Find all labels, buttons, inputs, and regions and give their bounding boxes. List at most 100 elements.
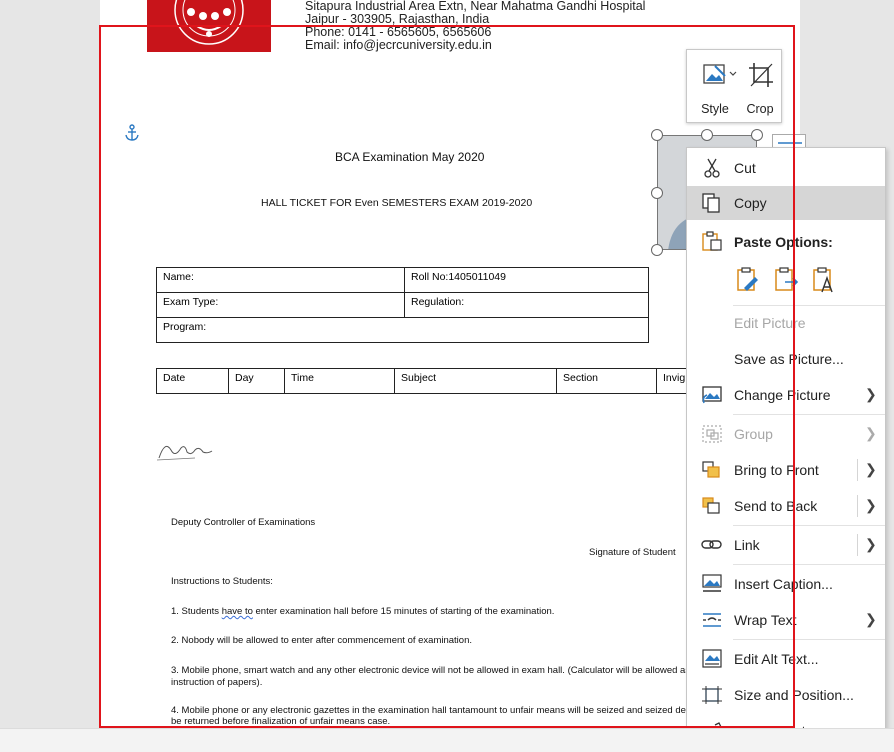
split-divider bbox=[857, 459, 858, 481]
schedule-header-subject: Subject bbox=[394, 368, 557, 394]
submenu-chevron-icon: ❯ bbox=[865, 611, 877, 627]
group-icon bbox=[701, 424, 723, 444]
send-to-back-icon bbox=[701, 496, 723, 516]
menu-item-bring-to-front[interactable]: Bring to Front ❯ bbox=[687, 453, 885, 487]
instruction-3-line-2: instruction of papers). bbox=[171, 677, 263, 688]
hall-ticket-title: HALL TICKET FOR Even SEMESTERS EXAM 2019… bbox=[261, 197, 533, 209]
resize-handle-left[interactable] bbox=[651, 187, 663, 199]
menu-item-copy[interactable]: Copy bbox=[687, 186, 885, 220]
instruction-1-start: 1. Students bbox=[171, 606, 222, 617]
resize-handle-top-left[interactable] bbox=[651, 129, 663, 141]
crop-button[interactable]: Crop bbox=[740, 58, 780, 118]
exam-title: BCA Examination May 2020 bbox=[335, 150, 485, 164]
student-info-table: Name: Roll No:1405011049 Exam Type: Regu… bbox=[156, 267, 649, 343]
menu-separator bbox=[733, 639, 885, 640]
menu-label-edit-alt-text: Edit Alt Text... bbox=[734, 651, 819, 667]
instruction-1-end: enter examination hall before 15 minutes… bbox=[252, 606, 555, 617]
roll-number-cell: Roll No:1405011049 bbox=[404, 267, 649, 293]
schedule-header-section: Section bbox=[556, 368, 657, 394]
resize-handle-top-right[interactable] bbox=[751, 129, 763, 141]
menu-label-bring-to-front: Bring to Front bbox=[734, 462, 819, 478]
menu-label-link: Link bbox=[734, 537, 760, 553]
grammar-squiggle[interactable]: have to bbox=[222, 606, 253, 617]
address-line-1: Sitapura Industrial Area Extn, Near Maha… bbox=[305, 0, 646, 13]
paste-options-label: Paste Options: bbox=[734, 234, 833, 250]
menu-item-insert-caption[interactable]: Insert Caption... bbox=[687, 567, 885, 601]
submenu-chevron-icon: ❯ bbox=[865, 536, 877, 552]
menu-separator bbox=[733, 414, 885, 415]
size-position-icon bbox=[701, 685, 723, 705]
alt-text-icon bbox=[701, 649, 723, 669]
bring-to-front-icon bbox=[701, 460, 723, 480]
regulation-cell: Regulation: bbox=[404, 292, 649, 318]
menu-item-group[interactable]: Group ❯ bbox=[687, 417, 885, 451]
schedule-header-day: Day bbox=[228, 368, 285, 394]
menu-item-edit-picture[interactable]: Edit Picture bbox=[687, 306, 885, 340]
menu-label-insert-caption: Insert Caption... bbox=[734, 576, 833, 592]
submenu-chevron-icon: ❯ bbox=[865, 461, 877, 477]
menu-label-group: Group bbox=[734, 426, 773, 442]
clipboard-icon bbox=[701, 231, 723, 251]
deputy-signature-image bbox=[155, 436, 215, 468]
scissors-icon bbox=[701, 158, 723, 178]
split-divider bbox=[857, 495, 858, 517]
schedule-header-date: Date bbox=[156, 368, 229, 394]
menu-item-cut[interactable]: Cut bbox=[687, 151, 885, 185]
menu-label-edit-picture: Edit Picture bbox=[734, 315, 806, 331]
student-signature-label: Signature of Student bbox=[589, 547, 676, 558]
instruction-4-line-1: 4. Mobile phone or any electronic gazett… bbox=[171, 705, 698, 716]
program-cell: Program: bbox=[156, 317, 649, 343]
menu-label-copy: Copy bbox=[734, 195, 767, 211]
menu-label-cut: Cut bbox=[734, 160, 756, 176]
anchor-icon[interactable] bbox=[124, 124, 140, 147]
context-menu: Cut Copy Paste Options: Edit Picture Sav… bbox=[686, 147, 886, 752]
submenu-chevron-icon: ❯ bbox=[865, 497, 877, 513]
menu-label-save-as-picture: Save as Picture... bbox=[734, 351, 844, 367]
instruction-2: 2. Nobody will be allowed to enter after… bbox=[171, 635, 472, 646]
deputy-controller-label: Deputy Controller of Examinations bbox=[171, 517, 316, 528]
crop-label: Crop bbox=[746, 102, 774, 116]
resize-handle-top[interactable] bbox=[701, 129, 713, 141]
paste-merge-formatting-icon[interactable] bbox=[773, 266, 799, 294]
split-divider bbox=[857, 534, 858, 556]
style-button[interactable]: Style bbox=[695, 58, 737, 118]
resize-handle-bottom-left[interactable] bbox=[651, 244, 663, 256]
style-label: Style bbox=[701, 102, 729, 116]
link-icon bbox=[701, 535, 723, 555]
name-cell: Name: bbox=[156, 267, 405, 293]
menu-item-change-picture[interactable]: Change Picture ❯ bbox=[687, 378, 885, 412]
paste-text-only-icon[interactable] bbox=[811, 266, 837, 294]
menu-item-wrap-text[interactable]: Wrap Text ❯ bbox=[687, 603, 885, 637]
status-bar bbox=[0, 728, 894, 752]
menu-item-send-to-back[interactable]: Send to Back ❯ bbox=[687, 489, 885, 523]
address-line-2: Jaipur - 303905, Rajasthan, India bbox=[305, 12, 490, 26]
menu-label-send-to-back: Send to Back bbox=[734, 498, 818, 514]
schedule-header-time: Time bbox=[284, 368, 395, 394]
picture-style-icon bbox=[703, 62, 737, 91]
menu-separator bbox=[733, 525, 885, 526]
menu-item-save-as-picture[interactable]: Save as Picture... bbox=[687, 342, 885, 376]
instruction-1: 1. Students have to enter examination ha… bbox=[171, 606, 554, 617]
menu-label-size-and-position: Size and Position... bbox=[734, 687, 854, 703]
submenu-chevron-icon: ❯ bbox=[865, 425, 877, 441]
phone-line: Phone: 0141 - 6565605, 6565606 bbox=[305, 25, 492, 39]
menu-label-wrap-text: Wrap Text bbox=[734, 612, 797, 628]
instruction-4-line-2: be returned before finalization of unfai… bbox=[171, 716, 391, 727]
instruction-3-line-1: 3. Mobile phone, smart watch and any oth… bbox=[171, 665, 698, 676]
menu-separator bbox=[733, 564, 885, 565]
insert-caption-icon bbox=[701, 574, 723, 594]
email-line: Email: info@jecrcuniversity.edu.in bbox=[305, 38, 492, 52]
menu-label-change-picture: Change Picture bbox=[734, 387, 831, 403]
exam-schedule-table: Date Day Time Subject Section Invig bbox=[156, 368, 697, 394]
menu-item-size-and-position[interactable]: Size and Position... bbox=[687, 678, 885, 712]
wrap-text-icon bbox=[701, 610, 723, 630]
change-picture-icon bbox=[701, 385, 723, 405]
submenu-chevron-icon: ❯ bbox=[865, 386, 877, 402]
instructions-heading: Instructions to Students: bbox=[171, 576, 273, 587]
crop-icon bbox=[748, 61, 774, 92]
paste-keep-formatting-icon[interactable] bbox=[735, 266, 761, 294]
exam-type-cell: Exam Type: bbox=[156, 292, 405, 318]
menu-item-edit-alt-text[interactable]: Edit Alt Text... bbox=[687, 642, 885, 676]
picture-mini-toolbar: Style Crop bbox=[686, 49, 782, 123]
menu-item-link[interactable]: Link ❯ bbox=[687, 528, 885, 562]
